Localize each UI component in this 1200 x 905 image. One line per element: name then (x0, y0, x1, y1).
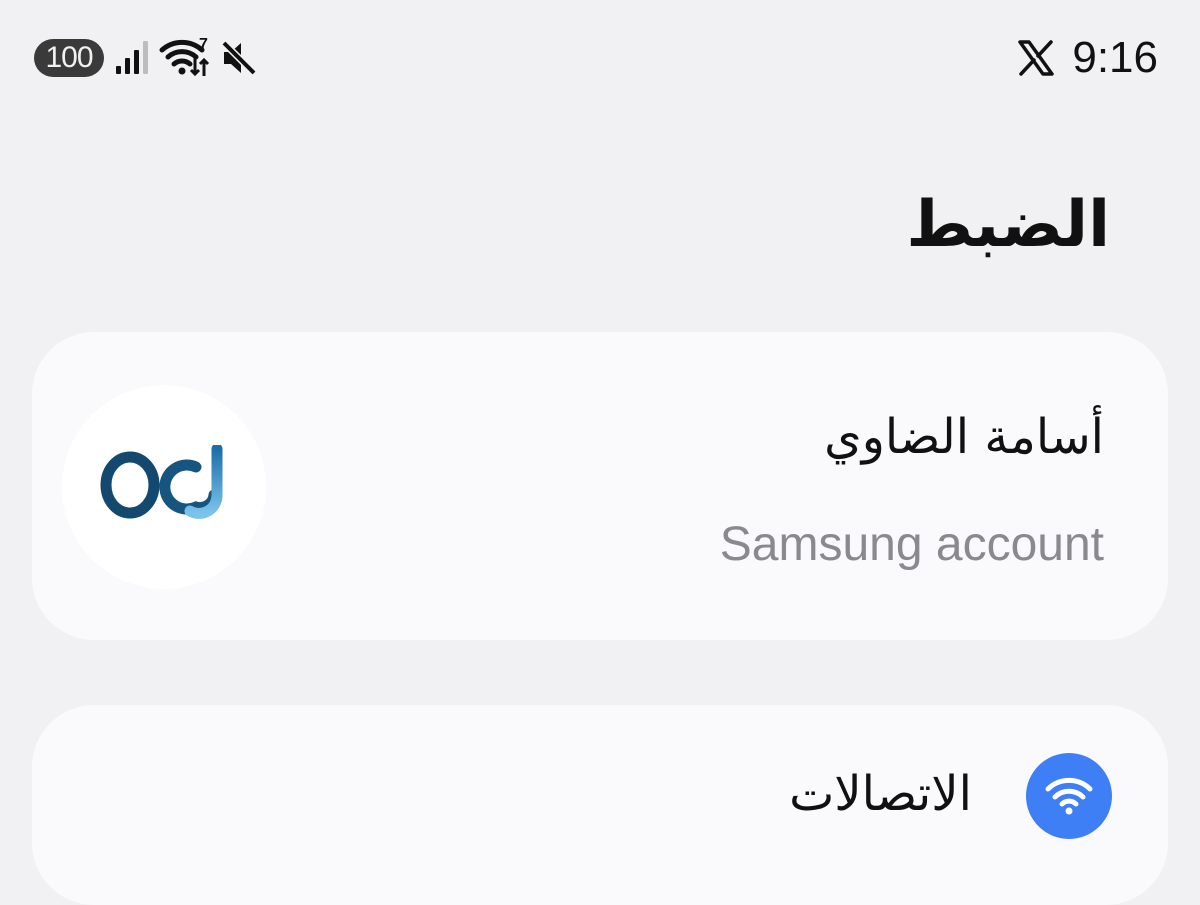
account-subtitle: Samsung account (719, 518, 1104, 571)
connections-icon-badge (1026, 753, 1112, 839)
avatar[interactable] (62, 385, 266, 589)
settings-item-label: الاتصالات (789, 766, 972, 822)
mute-icon (221, 40, 257, 76)
status-clock: 9:16 (1072, 33, 1158, 82)
battery-level: 100 (34, 39, 104, 77)
wifi-icon: 7 (159, 36, 210, 77)
settings-item-connections[interactable]: الاتصالات (32, 705, 1168, 875)
settings-card: الاتصالات (32, 705, 1168, 905)
page-title: الضبط (906, 188, 1110, 262)
account-card[interactable]: أسامة الضاوي Samsung account (32, 332, 1168, 640)
od-logo-icon (100, 445, 223, 519)
account-name: أسامة الضاوي (824, 409, 1104, 465)
x-app-icon (1018, 40, 1054, 76)
wifi-speed-indicator: 7 (199, 36, 208, 53)
wifi-icon (1045, 777, 1093, 815)
signal-strength-icon (116, 41, 148, 74)
status-bar: 100 7 9:16 (0, 0, 1200, 115)
